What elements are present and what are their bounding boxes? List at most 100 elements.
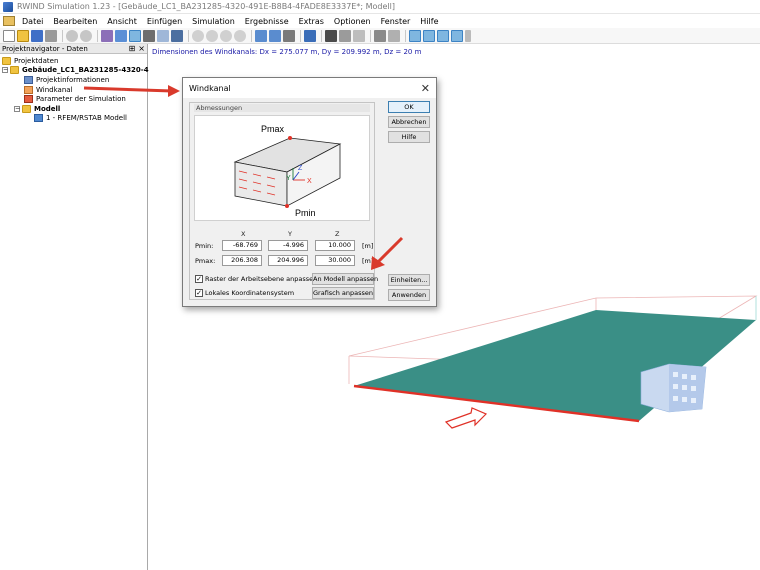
undo-icon[interactable] bbox=[66, 29, 78, 42]
menu-datei[interactable]: Datei bbox=[17, 17, 48, 26]
box-icon[interactable] bbox=[304, 29, 316, 42]
tree-item-parameter[interactable]: Parameter der Simulation bbox=[0, 94, 147, 104]
tree-item-windkanal[interactable]: Windkanal bbox=[0, 85, 147, 95]
paste-icon[interactable] bbox=[269, 29, 281, 42]
cancel-button[interactable]: Abbrechen bbox=[388, 116, 430, 128]
fit-graphic-button[interactable]: Grafisch anpassen bbox=[312, 287, 374, 299]
local-coords-checkbox[interactable]: ✓ Lokales Koordinatensystem bbox=[195, 289, 294, 297]
windkanal-dialog: Windkanal ✕ Abmessungen Pmax Pmin X Y Z … bbox=[182, 77, 437, 307]
tree-item-projektinformationen[interactable]: Projektinformationen bbox=[0, 75, 147, 85]
pmax-y-field[interactable]: 204.996 bbox=[268, 255, 308, 266]
parameter-icon bbox=[24, 95, 33, 104]
navigator-title: Projektnavigator - Daten bbox=[2, 44, 88, 53]
tree-item-modell[interactable]: − Modell bbox=[0, 104, 147, 114]
edit-icon[interactable] bbox=[374, 29, 386, 42]
pin-icon[interactable]: ⊞ bbox=[129, 44, 136, 53]
menu-hilfe[interactable]: Hilfe bbox=[415, 17, 443, 26]
toolbar-separator bbox=[370, 29, 371, 42]
app-icon bbox=[3, 1, 13, 12]
fit-model-button[interactable]: An Modell anpassen bbox=[312, 273, 378, 285]
pmax-z-field[interactable]: 30.000 bbox=[315, 255, 355, 266]
menu-extras[interactable]: Extras bbox=[294, 17, 329, 26]
menu-einfuegen[interactable]: Einfügen bbox=[142, 17, 187, 26]
tree-item-label: Modell bbox=[34, 104, 61, 113]
new-icon[interactable] bbox=[3, 29, 15, 42]
flag-icon[interactable] bbox=[283, 29, 295, 42]
copy-icon[interactable] bbox=[255, 29, 267, 42]
arrow-icon[interactable] bbox=[353, 29, 365, 42]
apply-button[interactable]: Anwenden bbox=[388, 289, 430, 301]
zoom-icon[interactable] bbox=[206, 29, 218, 42]
pmax-point bbox=[288, 136, 292, 140]
dialog-title-bar: Windkanal ✕ bbox=[183, 78, 436, 98]
pmax-row-label: Pmax: bbox=[195, 257, 216, 265]
pan-icon[interactable] bbox=[220, 29, 232, 42]
mesh-icon[interactable] bbox=[339, 29, 351, 42]
render-icon[interactable] bbox=[143, 29, 155, 42]
folder-icon bbox=[10, 66, 19, 75]
wind-direction-arrow bbox=[444, 407, 488, 429]
wireframe-icon[interactable] bbox=[157, 29, 169, 42]
dimensions-group: Abmessungen Pmax Pmin X Y Z X Y Z Pmin: … bbox=[189, 102, 378, 300]
model-icon bbox=[34, 114, 43, 123]
close-icon[interactable]: ✕ bbox=[421, 82, 430, 95]
window-title: RWIND Simulation 1.23 - [Gebäude_LC1_BA2… bbox=[17, 2, 395, 11]
side-view-icon[interactable] bbox=[423, 29, 435, 42]
redo-icon[interactable] bbox=[80, 29, 92, 42]
pmax-unit: [m] bbox=[362, 257, 374, 265]
more-icon[interactable] bbox=[465, 29, 471, 42]
wind-tunnel-icon bbox=[24, 85, 33, 94]
wind-tunnel-diagram: Pmax Pmin X Y Z bbox=[194, 115, 370, 221]
select-icon[interactable] bbox=[101, 29, 113, 42]
tree-item-rfem-model[interactable]: 1 - RFEM/RSTAB Modell bbox=[0, 114, 147, 124]
help-button[interactable]: Hilfe bbox=[388, 131, 430, 143]
solid-icon[interactable] bbox=[171, 29, 183, 42]
grid-checkbox[interactable]: ✓ Raster der Arbeitsebene anpassen bbox=[195, 275, 317, 283]
menu-bearbeiten[interactable]: Bearbeiten bbox=[48, 17, 102, 26]
menu-ansicht[interactable]: Ansicht bbox=[102, 17, 142, 26]
menu-ergebnisse[interactable]: Ergebnisse bbox=[240, 17, 294, 26]
front-view-icon[interactable] bbox=[409, 29, 421, 42]
document-icon[interactable] bbox=[3, 16, 15, 26]
print-icon[interactable] bbox=[45, 29, 57, 42]
navigator-tree: Projektdaten − Gebäude_LC1_BA231285-4320… bbox=[0, 54, 163, 124]
collapse-icon[interactable]: − bbox=[14, 105, 20, 112]
refresh-icon[interactable] bbox=[234, 29, 246, 42]
collapse-icon[interactable]: − bbox=[2, 67, 8, 74]
rotate-icon[interactable] bbox=[192, 29, 204, 42]
measure-icon[interactable] bbox=[388, 29, 400, 42]
tree-item-projektdaten[interactable]: Projektdaten bbox=[0, 56, 147, 66]
ok-button[interactable]: OK bbox=[388, 101, 430, 113]
menu-optionen[interactable]: Optionen bbox=[329, 17, 376, 26]
view-icon[interactable] bbox=[129, 29, 141, 42]
axis-x-label: X bbox=[307, 178, 312, 185]
pmin-y-field[interactable]: -4.996 bbox=[268, 240, 308, 251]
iso-view-icon[interactable] bbox=[451, 29, 463, 42]
tree-item-label: Gebäude_LC1_BA231285-4320-491E bbox=[22, 66, 164, 75]
grid-checkbox-label: Raster der Arbeitsebene anpassen bbox=[205, 275, 318, 283]
pmin-z-field[interactable]: 10.000 bbox=[315, 240, 355, 251]
grid-icon[interactable] bbox=[115, 29, 127, 42]
check-icon[interactable]: ✓ bbox=[195, 289, 203, 297]
tree-item-project[interactable]: − Gebäude_LC1_BA231285-4320-491E bbox=[0, 66, 163, 76]
save-icon[interactable] bbox=[31, 29, 43, 42]
pmin-label: Pmin bbox=[295, 208, 316, 218]
axis-z-label: Z bbox=[298, 165, 303, 172]
top-view-icon[interactable] bbox=[437, 29, 449, 42]
menu-fenster[interactable]: Fenster bbox=[376, 17, 416, 26]
wind-tunnel-sketch: Pmax Pmin X Y Z bbox=[233, 124, 342, 218]
info-icon bbox=[24, 75, 33, 84]
pmax-x-field[interactable]: 206.308 bbox=[222, 255, 262, 266]
menu-bar: Datei Bearbeiten Ansicht Einfügen Simula… bbox=[0, 14, 760, 28]
pmin-unit: [m] bbox=[362, 242, 374, 250]
toolbar-separator bbox=[97, 29, 98, 42]
pmin-x-field[interactable]: -68.769 bbox=[222, 240, 262, 251]
close-icon[interactable]: × bbox=[138, 44, 145, 53]
open-icon[interactable] bbox=[17, 29, 29, 42]
pmin-row-label: Pmin: bbox=[195, 242, 214, 250]
model-icon[interactable] bbox=[325, 29, 337, 42]
menu-simulation[interactable]: Simulation bbox=[187, 17, 240, 26]
check-icon[interactable]: ✓ bbox=[195, 275, 203, 283]
dialog-title: Windkanal bbox=[189, 83, 231, 93]
units-button[interactable]: Einheiten... bbox=[388, 274, 430, 286]
